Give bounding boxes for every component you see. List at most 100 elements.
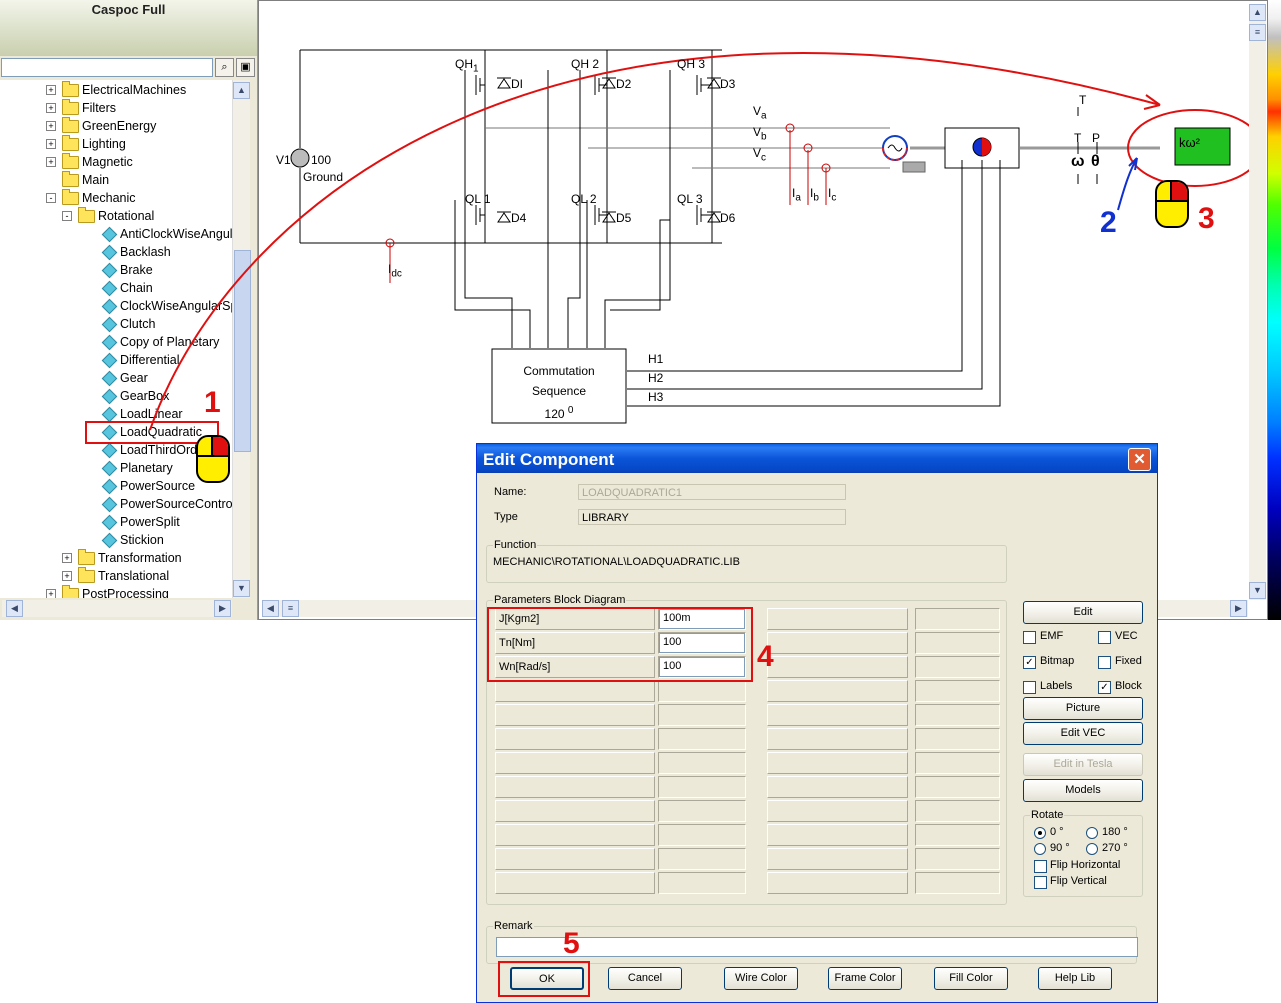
scroll-down-icon[interactable]: ▼ [1249,582,1266,599]
help-lib-button[interactable]: Help Lib [1038,967,1112,990]
hall-label-1: H1 [648,352,664,366]
param-empty-cell[interactable] [767,872,908,894]
edit-button[interactable]: Edit [1023,601,1143,624]
param-empty-cell[interactable] [658,800,746,822]
parameters-highlight-box [487,607,753,682]
cancel-button[interactable]: Cancel [608,967,682,990]
param-empty-cell[interactable] [915,656,1000,678]
emf-label: EMF [1040,630,1064,642]
load-block-label: kω² [1179,135,1200,150]
param-empty-cell[interactable] [495,728,655,750]
rotate-90-radio[interactable] [1034,843,1046,855]
param-empty-cell[interactable] [915,824,1000,846]
fill-color-button[interactable]: Fill Color [934,967,1008,990]
param-empty-cell[interactable] [915,776,1000,798]
param-empty-cell[interactable] [658,872,746,894]
dc-current-label: Idc [388,262,402,280]
flip-horizontal-checkbox[interactable] [1034,860,1047,873]
remark-input[interactable] [496,937,1138,957]
param-empty-cell[interactable] [767,800,908,822]
hall-label-3: H3 [648,390,664,404]
param-empty-cell[interactable] [915,632,1000,654]
param-empty-cell[interactable] [767,776,908,798]
models-button[interactable]: Models [1023,779,1143,802]
param-empty-cell[interactable] [658,776,746,798]
phase-voltage-a: Va [753,104,767,122]
name-label: Name: [494,486,527,498]
emf-checkbox[interactable] [1023,631,1036,644]
step-number-3: 3 [1198,202,1215,235]
torque-label-top: T [1079,93,1087,107]
dialog-title: Edit Component [483,450,615,469]
param-empty-cell[interactable] [915,728,1000,750]
phase-current-b: Ib [810,186,819,204]
wire-color-button[interactable]: Wire Color [724,967,798,990]
param-empty-cell[interactable] [915,800,1000,822]
param-empty-cell[interactable] [915,608,1000,630]
fixed-checkbox[interactable] [1098,656,1111,669]
param-empty-cell[interactable] [495,848,655,870]
name-field[interactable]: LOADQUADRATIC1 [578,484,846,500]
type-field[interactable]: LIBRARY [578,509,846,525]
param-empty-cell[interactable] [658,824,746,846]
switch-label-qh1: QH1 [455,57,479,75]
diode-label-6: D6 [720,211,736,225]
param-empty-cell[interactable] [767,656,908,678]
param-empty-cell[interactable] [495,824,655,846]
edit-vec-button[interactable]: Edit VEC [1023,722,1143,745]
flip-vertical-checkbox[interactable] [1034,876,1047,889]
scroll-thumb[interactable]: ≡ [1249,24,1266,41]
param-empty-cell[interactable] [658,728,746,750]
scroll-up-icon[interactable]: ▲ [1249,4,1266,21]
vec-checkbox[interactable] [1098,631,1111,644]
param-empty-cell[interactable] [658,752,746,774]
param-empty-cell[interactable] [495,872,655,894]
param-empty-cell[interactable] [767,704,908,726]
param-empty-cell[interactable] [915,704,1000,726]
picture-button[interactable]: Picture [1023,697,1143,720]
bitmap-checkbox[interactable]: ✓ [1023,656,1036,669]
param-empty-cell[interactable] [767,848,908,870]
scroll-left-icon[interactable]: ◀ [262,600,279,617]
rotate-0-radio[interactable] [1034,827,1046,839]
param-empty-cell[interactable] [767,608,908,630]
param-empty-cell[interactable] [495,800,655,822]
rotate-0-label: 0 ° [1050,826,1064,838]
diode-label-4: D4 [511,211,527,225]
param-empty-cell[interactable] [658,848,746,870]
param-empty-cell[interactable] [915,752,1000,774]
fixed-label: Fixed [1115,655,1142,667]
dialog-titlebar[interactable]: Edit Component ✕ [477,444,1157,473]
scroll-right-icon[interactable]: ▶ [1230,600,1247,617]
param-empty-cell[interactable] [495,704,655,726]
flip-vertical-label: Flip Vertical [1050,875,1107,887]
frame-color-button[interactable]: Frame Color [828,967,902,990]
param-empty-cell[interactable] [767,680,908,702]
edit-in-tesla-button[interactable]: Edit in Tesla [1023,753,1143,776]
phase-voltage-b: Vb [753,125,767,143]
param-empty-cell[interactable] [915,680,1000,702]
block-checkbox[interactable]: ✓ [1098,681,1111,694]
close-icon[interactable]: ✕ [1128,448,1151,471]
flip-horizontal-label: Flip Horizontal [1050,859,1121,871]
param-empty-cell[interactable] [495,680,655,702]
param-empty-cell[interactable] [915,872,1000,894]
labels-checkbox[interactable] [1023,681,1036,694]
param-empty-cell[interactable] [767,632,908,654]
param-empty-cell[interactable] [658,680,746,702]
rotate-180-radio[interactable] [1086,827,1098,839]
param-empty-cell[interactable] [915,848,1000,870]
phase-voltage-c: Vc [753,146,767,164]
param-empty-cell[interactable] [495,776,655,798]
param-empty-cell[interactable] [767,728,908,750]
mouse-double-click-icon [1155,180,1189,228]
switch-label-ql3: QL 3 [677,192,703,206]
param-empty-cell[interactable] [767,824,908,846]
param-empty-cell[interactable] [767,752,908,774]
rotate-270-radio[interactable] [1086,843,1098,855]
param-empty-cell[interactable] [658,704,746,726]
step-number-5: 5 [563,927,580,960]
param-empty-cell[interactable] [495,752,655,774]
scroll-thumb[interactable]: ≡ [282,600,299,617]
canvas-vertical-scrollbar[interactable]: ▲ ≡ ▼ [1249,4,1266,600]
